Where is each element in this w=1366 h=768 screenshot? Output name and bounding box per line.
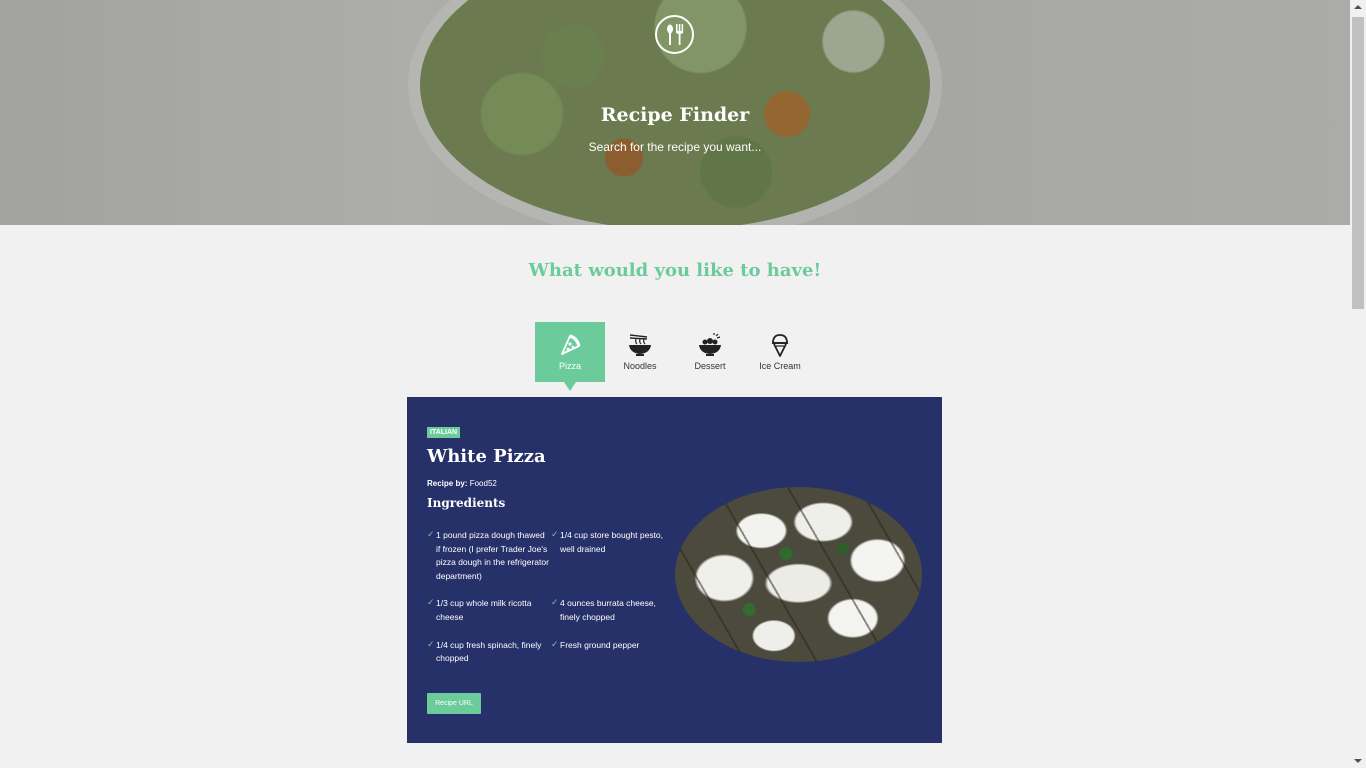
- hero-subtitle: Search for the recipe you want...: [588, 140, 762, 154]
- tab-label: Noodles: [623, 361, 657, 371]
- ingredient-item: ✓ 1/3 cup whole milk ricotta cheese: [427, 597, 532, 622]
- dessert-icon: [699, 333, 721, 356]
- check-icon: ✓: [551, 638, 559, 649]
- recipe-image: [675, 487, 922, 662]
- category-tabs: Pizza Noodles Dessert Ice Cream: [535, 322, 815, 391]
- check-icon: ✓: [427, 529, 435, 539]
- cuisine-badge: ITALIAN: [427, 427, 461, 438]
- scrollbar-thumb[interactable]: [1352, 17, 1364, 309]
- tab-ice-cream[interactable]: Ice Cream: [745, 322, 815, 382]
- page-title: Recipe Finder: [600, 104, 750, 126]
- tab-noodles[interactable]: Noodles: [605, 322, 675, 382]
- spoon-fork-icon: [655, 15, 694, 54]
- tab-label: Ice Cream: [759, 361, 801, 371]
- tab-pizza[interactable]: Pizza: [535, 322, 605, 391]
- tab-label: Dessert: [694, 361, 726, 371]
- check-icon: ✓: [551, 529, 559, 539]
- recipe-card: ITALIAN White Pizza Recipe by: Food52 In…: [407, 397, 942, 743]
- recipe-url-button[interactable]: Recipe URL: [427, 693, 481, 714]
- tab-dessert[interactable]: Dessert: [675, 322, 745, 382]
- pizza-icon: [561, 334, 581, 355]
- ingredient-item: ✓ 1 pound pizza dough thawed if frozen (…: [427, 529, 549, 581]
- ingredient-item: ✓ 4 ounces burrata cheese, finely choppe…: [551, 597, 656, 622]
- ingredients-heading: Ingredients: [427, 496, 506, 510]
- hero-banner: Recipe Finder Search for the recipe you …: [0, 0, 1350, 225]
- ice-cream-icon: [772, 334, 788, 357]
- ingredient-item: ✓ 1/4 cup fresh spinach, finely chopped: [427, 638, 542, 664]
- page-scrollbar[interactable]: [1350, 0, 1366, 768]
- recipe-title: White Pizza: [427, 446, 546, 467]
- byline-source: Food52: [469, 479, 497, 488]
- scroll-up-arrow-icon[interactable]: [1354, 5, 1362, 9]
- ingredients-list: ✓ 1 pound pizza dough thawed if frozen (…: [427, 529, 667, 680]
- scroll-down-arrow-icon[interactable]: [1354, 759, 1362, 763]
- check-icon: ✓: [551, 597, 559, 608]
- ingredient-item: ✓ 1/4 cup store bought pesto, well drain…: [551, 529, 664, 554]
- check-icon: ✓: [427, 638, 435, 649]
- ingredient-item: ✓ Fresh ground pepper: [551, 638, 640, 650]
- section-title: What would you like to have!: [528, 260, 822, 281]
- tab-label: Pizza: [558, 361, 581, 371]
- check-icon: ✓: [427, 597, 435, 608]
- recipe-byline: Recipe by: Food52: [427, 479, 497, 488]
- noodles-icon: [629, 334, 651, 356]
- byline-label: Recipe by:: [427, 479, 468, 488]
